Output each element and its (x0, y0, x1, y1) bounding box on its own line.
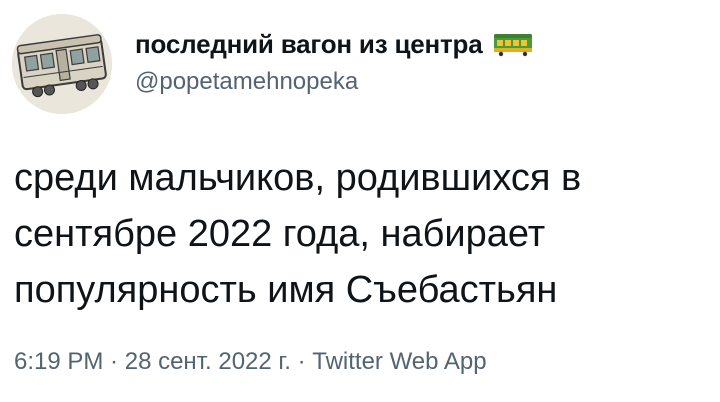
meta-separator: · (290, 348, 313, 375)
avatar[interactable] (12, 14, 112, 114)
meta-separator: · (103, 348, 125, 375)
train-car-drawing-icon (12, 14, 112, 114)
author-name-row[interactable]: последний вагон из центра (135, 26, 533, 62)
tweet-card: последний вагон из центра @popetamehnope… (0, 0, 720, 402)
tweet-text: среди мальчиков, родившихся в сентябре 2… (14, 157, 582, 311)
author-display-name[interactable]: последний вагон из центра (135, 29, 483, 60)
tweet-time[interactable]: 6:19 PM (14, 348, 103, 375)
author-handle[interactable]: @popetamehnopeka (135, 68, 358, 96)
tweet-source: Twitter Web App (312, 348, 487, 375)
tweet-metadata: 6:19 PM · 28 сент. 2022 г. · Twitter Web… (14, 348, 487, 376)
train-car-emoji-icon (493, 31, 533, 57)
tweet-date[interactable]: 28 сент. 2022 г. (125, 348, 291, 375)
